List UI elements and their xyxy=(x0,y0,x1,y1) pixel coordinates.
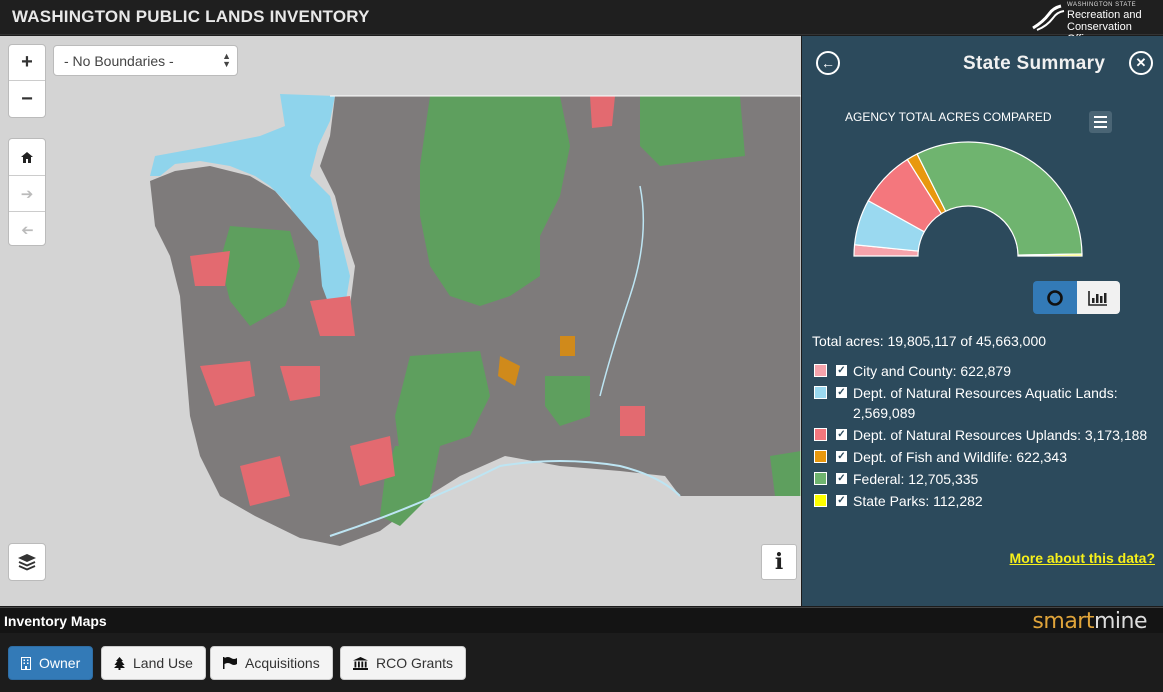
chart-menu-button[interactable] xyxy=(1089,111,1112,133)
panel-title: State Summary xyxy=(963,53,1106,74)
legend-label: Dept. of Fish and Wildlife: 622,343 xyxy=(853,449,1068,465)
bar-chart-icon xyxy=(1088,290,1108,306)
map-canvas[interactable] xyxy=(0,36,801,606)
legend-swatch xyxy=(814,494,827,507)
building-icon xyxy=(21,656,31,670)
rco-logo: WASHINGTON STATE Recreation and Conserva… xyxy=(1031,1,1157,45)
legend-swatch xyxy=(814,386,827,399)
tab-label: Acquisitions xyxy=(245,655,320,671)
tree-icon xyxy=(114,656,125,670)
summary-panel: ← State Summary ✕ AGENCY TOTAL ACRES COM… xyxy=(802,36,1163,606)
legend-label: Dept. of Natural Resources Aquatic Lands… xyxy=(853,385,1118,421)
boundary-select-value: - No Boundaries - xyxy=(64,53,174,69)
washington-map xyxy=(0,36,801,606)
home-icon xyxy=(21,151,33,163)
back-button[interactable]: ➔ xyxy=(9,211,45,247)
checkbox-icon[interactable]: ✓ xyxy=(836,429,847,440)
select-arrows-icon: ▲ ▼ xyxy=(222,51,231,69)
legend-item[interactable]: ✓ Dept. of Natural Resources Uplands: 3,… xyxy=(814,425,1154,445)
tab-label: Land Use xyxy=(133,655,193,671)
map-tabs: Owner Land Use Acquisitions RCO Grants xyxy=(0,634,1163,692)
legend: ✓ City and County: 622,879 ✓ Dept. of Na… xyxy=(814,361,1154,513)
arrow-right-icon: ➔ xyxy=(20,185,34,203)
donut-view-button[interactable] xyxy=(1033,281,1077,314)
back-arrow-icon[interactable]: ← xyxy=(816,51,840,75)
zoom-out-button[interactable]: − xyxy=(9,81,45,117)
top-bar: WASHINGTON PUBLIC LANDS INVENTORY WASHIN… xyxy=(0,0,1163,45)
tab-label: RCO Grants xyxy=(376,655,454,671)
total-acres: Total acres: 19,805,117 of 45,663,000 xyxy=(812,333,1047,349)
legend-label: Dept. of Natural Resources Uplands: 3,17… xyxy=(853,427,1148,443)
app-title: WASHINGTON PUBLIC LANDS INVENTORY xyxy=(12,7,370,26)
info-button[interactable]: i xyxy=(761,544,797,580)
legend-label: City and County: 622,879 xyxy=(853,363,1011,379)
arrow-left-icon: ➔ xyxy=(20,221,34,239)
zoom-in-button[interactable]: + xyxy=(9,45,45,81)
legend-label: State Parks: 112,282 xyxy=(853,493,983,509)
smartmine-logo: smartmine xyxy=(1032,609,1147,634)
layers-button[interactable] xyxy=(8,543,46,581)
donut-slice[interactable] xyxy=(916,141,1083,256)
boundary-select[interactable]: - No Boundaries - ▲ ▼ xyxy=(53,45,238,76)
legend-swatch xyxy=(814,450,827,463)
home-button[interactable] xyxy=(9,139,45,175)
legend-item[interactable]: ✓ Federal: 12,705,335 xyxy=(814,469,1154,489)
checkbox-icon[interactable]: ✓ xyxy=(836,365,847,376)
map-navigation: ➔ ➔ xyxy=(8,138,46,246)
legend-item[interactable]: ✓ Dept. of Natural Resources Aquatic Lan… xyxy=(814,383,1154,423)
tab-owner[interactable]: Owner xyxy=(8,646,94,680)
logo-line-1: Recreation and xyxy=(1067,9,1142,21)
legend-swatch xyxy=(814,472,827,485)
footer-bar: Inventory Maps smartmine xyxy=(0,607,1163,634)
tab-land-use[interactable]: Land Use xyxy=(101,646,206,680)
legend-swatch xyxy=(814,364,827,377)
legend-item[interactable]: ✓ State Parks: 112,282 xyxy=(814,491,1154,511)
logo-small-text: WASHINGTON STATE xyxy=(1067,2,1137,8)
tab-acquisitions[interactable]: Acquisitions xyxy=(210,646,333,680)
legend-label: Federal: 12,705,335 xyxy=(853,471,979,487)
tab-rco-grants[interactable]: RCO Grants xyxy=(340,646,467,680)
flag-icon xyxy=(223,657,237,669)
layers-icon xyxy=(18,554,36,571)
more-about-data-link[interactable]: More about this data? xyxy=(1010,550,1155,566)
tab-label: Owner xyxy=(39,655,81,671)
checkbox-icon[interactable]: ✓ xyxy=(836,473,847,484)
forward-button[interactable]: ➔ xyxy=(9,175,45,211)
checkbox-icon[interactable]: ✓ xyxy=(836,387,847,398)
circle-icon xyxy=(1046,289,1063,306)
chart-title: AGENCY TOTAL ACRES COMPARED xyxy=(845,110,1052,124)
checkbox-icon[interactable]: ✓ xyxy=(836,495,847,506)
zoom-control: + − xyxy=(8,44,46,118)
donut-chart xyxy=(853,141,1083,257)
bank-icon xyxy=(353,656,368,670)
bar-view-button[interactable] xyxy=(1076,281,1120,314)
legend-item[interactable]: ✓ Dept. of Fish and Wildlife: 622,343 xyxy=(814,447,1154,467)
rco-logo-icon xyxy=(1032,4,1065,31)
chart-type-toggle xyxy=(1033,281,1120,314)
legend-item[interactable]: ✓ City and County: 622,879 xyxy=(814,361,1154,381)
inventory-maps-title: Inventory Maps xyxy=(4,613,107,629)
legend-swatch xyxy=(814,428,827,441)
close-icon[interactable]: ✕ xyxy=(1129,51,1153,75)
checkbox-icon[interactable]: ✓ xyxy=(836,451,847,462)
